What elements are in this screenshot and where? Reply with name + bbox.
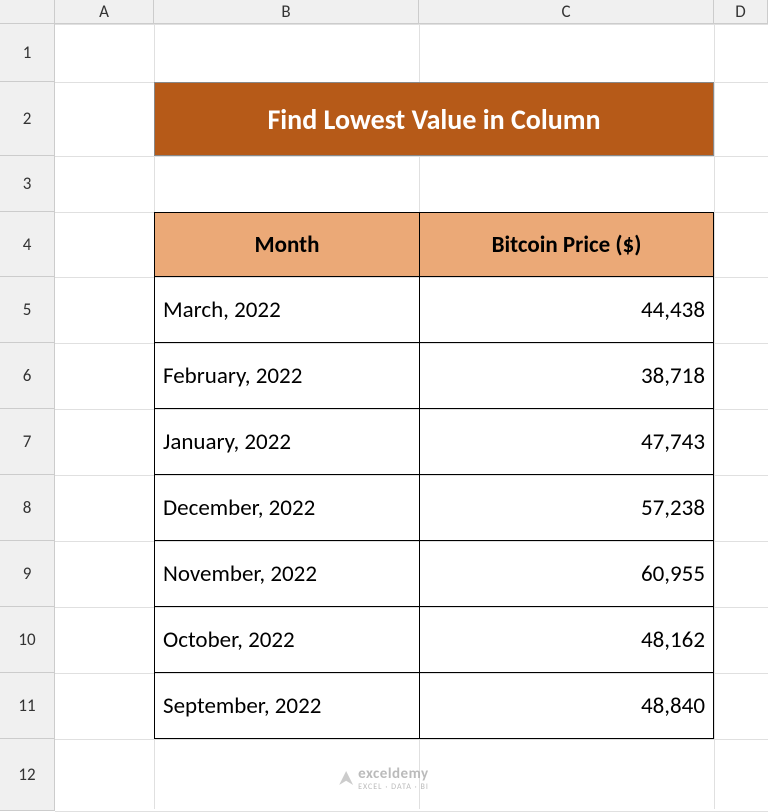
table-row: February, 202238,718: [154, 343, 714, 409]
row-header-9[interactable]: 9: [0, 541, 55, 607]
row-header-3[interactable]: 3: [0, 156, 55, 212]
cell-month[interactable]: September, 2022: [154, 673, 419, 739]
row-header-5[interactable]: 5: [0, 277, 55, 343]
row-headers: 123456789101112: [0, 24, 55, 811]
cell-price[interactable]: 48,840: [419, 673, 714, 739]
table-row: January, 202247,743: [154, 409, 714, 475]
table-row: October, 202248,162: [154, 607, 714, 673]
cell-price[interactable]: 48,162: [419, 607, 714, 673]
column-headers: A B C D: [0, 0, 768, 24]
column-header-d[interactable]: D: [714, 0, 768, 24]
watermark-logo-icon: [339, 771, 353, 785]
row-header-1[interactable]: 1: [0, 24, 55, 82]
cell-month[interactable]: January, 2022: [154, 409, 419, 475]
cell-month[interactable]: October, 2022: [154, 607, 419, 673]
cell-month[interactable]: December, 2022: [154, 475, 419, 541]
data-table: Month Bitcoin Price ($) March, 202244,43…: [154, 212, 714, 739]
watermark-main: exceldemy: [358, 765, 429, 783]
row-header-10[interactable]: 10: [0, 607, 55, 673]
title-banner[interactable]: Find Lowest Value in Column: [154, 82, 714, 156]
header-month[interactable]: Month: [154, 212, 419, 277]
cell-price[interactable]: 38,718: [419, 343, 714, 409]
title-text: Find Lowest Value in Column: [267, 102, 600, 137]
cell-price[interactable]: 60,955: [419, 541, 714, 607]
table-header-row: Month Bitcoin Price ($): [154, 212, 714, 277]
table-row: November, 202260,955: [154, 541, 714, 607]
cell-month[interactable]: February, 2022: [154, 343, 419, 409]
watermark-sub: EXCEL · DATA · BI: [358, 783, 429, 791]
spreadsheet-container: A B C D 123456789101112 Find Lowest Valu…: [0, 0, 768, 809]
column-header-b[interactable]: B: [154, 0, 419, 24]
cell-month[interactable]: November, 2022: [154, 541, 419, 607]
cell-month[interactable]: March, 2022: [154, 277, 419, 343]
table-row: December, 202257,238: [154, 475, 714, 541]
row-header-12[interactable]: 12: [0, 739, 55, 811]
row-header-6[interactable]: 6: [0, 343, 55, 409]
cell-area[interactable]: Find Lowest Value in Column Month Bitcoi…: [55, 24, 768, 809]
row-header-2[interactable]: 2: [0, 82, 55, 156]
row-header-8[interactable]: 8: [0, 475, 55, 541]
table-row: March, 202244,438: [154, 277, 714, 343]
column-header-c[interactable]: C: [419, 0, 714, 24]
cell-price[interactable]: 47,743: [419, 409, 714, 475]
cell-price[interactable]: 44,438: [419, 277, 714, 343]
row-header-4[interactable]: 4: [0, 212, 55, 277]
table-row: September, 202248,840: [154, 673, 714, 739]
watermark: exceldemy EXCEL · DATA · BI: [339, 765, 429, 791]
header-price[interactable]: Bitcoin Price ($): [419, 212, 714, 277]
cell-price[interactable]: 57,238: [419, 475, 714, 541]
row-header-11[interactable]: 11: [0, 673, 55, 739]
row-header-7[interactable]: 7: [0, 409, 55, 475]
column-header-a[interactable]: A: [55, 0, 154, 24]
select-all-corner[interactable]: [0, 0, 55, 24]
